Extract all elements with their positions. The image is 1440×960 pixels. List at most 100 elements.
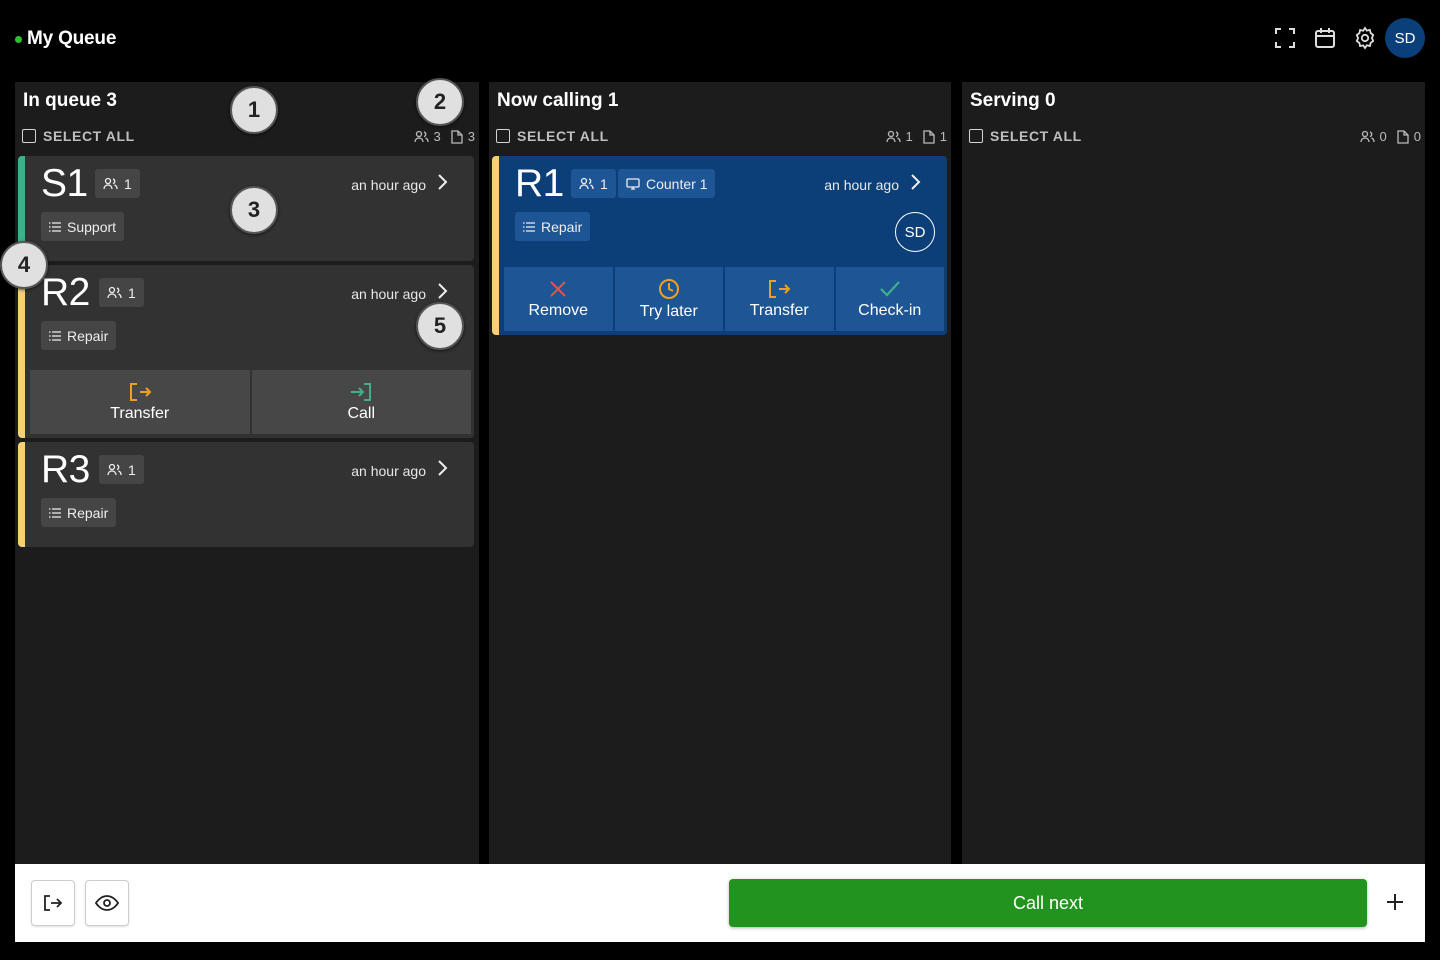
plus-icon bbox=[1387, 894, 1403, 910]
select-all[interactable]: SELECT ALL bbox=[22, 128, 135, 144]
chevron-right-icon[interactable] bbox=[909, 173, 921, 191]
gear-icon[interactable] bbox=[1345, 18, 1385, 58]
people-icon bbox=[885, 130, 901, 143]
doc-count: 3 bbox=[467, 129, 475, 144]
calendar-icon[interactable] bbox=[1305, 18, 1345, 58]
eye-icon bbox=[95, 895, 119, 911]
people-count: 1 bbox=[905, 129, 913, 144]
check-icon bbox=[879, 280, 900, 297]
service-label: Repair bbox=[541, 218, 583, 235]
service-pill: Support bbox=[41, 212, 125, 241]
annotation-marker-4: 4 bbox=[0, 241, 48, 289]
add-button[interactable] bbox=[1381, 888, 1409, 916]
service-label: Repair bbox=[67, 327, 109, 344]
doc-count: 0 bbox=[1413, 129, 1421, 144]
chevron-right-icon[interactable] bbox=[436, 173, 448, 191]
remove-label: Remove bbox=[528, 301, 589, 319]
document-icon bbox=[451, 129, 463, 144]
chevron-right-icon[interactable] bbox=[436, 459, 448, 477]
ticket-actions: Remove Try later Transfer Check-in bbox=[504, 267, 944, 331]
title-area: My Queue bbox=[15, 28, 116, 50]
document-icon bbox=[1397, 129, 1409, 144]
list-icon bbox=[49, 507, 61, 518]
ticket-time: an hour ago bbox=[351, 463, 426, 479]
check-in-button[interactable]: Check-in bbox=[835, 267, 944, 331]
chevron-right-icon[interactable] bbox=[436, 282, 448, 300]
list-icon bbox=[49, 221, 61, 232]
document-icon bbox=[923, 129, 935, 144]
column-title: Now calling 1 bbox=[497, 90, 619, 111]
transfer-icon bbox=[769, 279, 791, 298]
select-all-label: SELECT ALL bbox=[517, 128, 609, 144]
select-all-checkbox[interactable] bbox=[496, 129, 510, 143]
top-icons: SD bbox=[1265, 18, 1425, 58]
people-icon bbox=[107, 463, 122, 476]
people-count: 1 bbox=[124, 175, 132, 192]
people-pill: 1 bbox=[99, 455, 144, 484]
people-count: 1 bbox=[128, 284, 136, 301]
status-dot bbox=[15, 35, 22, 43]
select-all-checkbox[interactable] bbox=[969, 129, 983, 143]
ticket-number: R1 bbox=[515, 162, 564, 205]
doc-count: 1 bbox=[939, 129, 947, 144]
ticket-number: R2 bbox=[41, 271, 90, 314]
counter-label: Counter 1 bbox=[646, 175, 708, 192]
select-all[interactable]: SELECT ALL bbox=[969, 128, 1082, 144]
people-icon bbox=[107, 286, 122, 299]
select-all-checkbox[interactable] bbox=[22, 129, 36, 143]
annotation-marker-1: 1 bbox=[230, 86, 278, 134]
people-count: 1 bbox=[128, 461, 136, 478]
service-pill: Repair bbox=[41, 498, 117, 527]
transfer-button[interactable]: Transfer bbox=[30, 370, 250, 434]
logout-button[interactable] bbox=[31, 880, 75, 926]
ticket-card-r3[interactable]: R3 1 Repair an hour ago bbox=[18, 442, 474, 547]
select-all-label: SELECT ALL bbox=[43, 128, 135, 144]
counter-pill: Counter 1 bbox=[618, 169, 716, 198]
fullscreen-icon[interactable] bbox=[1265, 18, 1305, 58]
ticket-card-r2[interactable]: R2 1 Repair an hour ago Transfer Call bbox=[18, 265, 474, 438]
people-pill: 1 bbox=[95, 169, 140, 198]
people-icon bbox=[413, 130, 429, 143]
bottom-bar: Call next bbox=[15, 864, 1425, 942]
remove-button[interactable]: Remove bbox=[504, 267, 613, 331]
transfer-label: Transfer bbox=[110, 404, 170, 422]
transfer-label: Transfer bbox=[749, 301, 809, 319]
column-counts: 0 0 bbox=[1350, 129, 1421, 144]
people-icon bbox=[103, 177, 118, 190]
list-icon bbox=[49, 330, 61, 341]
people-count: 1 bbox=[600, 175, 608, 192]
transfer-button[interactable]: Transfer bbox=[725, 267, 834, 331]
avatar[interactable]: SD bbox=[1385, 18, 1425, 58]
try-later-button[interactable]: Try later bbox=[614, 267, 723, 331]
clock-icon bbox=[658, 278, 679, 299]
ticket-number: S1 bbox=[41, 162, 88, 205]
call-label: Call bbox=[347, 404, 376, 422]
people-pill: 1 bbox=[571, 169, 616, 198]
list-icon bbox=[523, 221, 535, 232]
select-all[interactable]: SELECT ALL bbox=[496, 128, 609, 144]
people-icon bbox=[579, 177, 594, 190]
top-bar: My Queue SD bbox=[0, 0, 1440, 80]
column-now-calling: Now calling 1 SELECT ALL 1 1 R1 1 Counte… bbox=[489, 82, 951, 864]
service-label: Support bbox=[67, 218, 117, 235]
people-pill: 1 bbox=[99, 278, 144, 307]
view-button[interactable] bbox=[85, 880, 129, 926]
annotation-marker-2: 2 bbox=[416, 78, 464, 126]
column-counts: 3 3 bbox=[404, 129, 475, 144]
monitor-icon bbox=[626, 177, 640, 190]
annotation-marker-3: 3 bbox=[230, 186, 278, 234]
ticket-card-r1[interactable]: R1 1 Counter 1 Repair an hour ago SD Rem… bbox=[492, 156, 947, 335]
ticket-time: an hour ago bbox=[351, 286, 426, 302]
service-pill: Repair bbox=[515, 212, 591, 241]
call-next-button[interactable]: Call next bbox=[729, 879, 1367, 927]
call-button[interactable]: Call bbox=[251, 370, 471, 434]
ticket-time: an hour ago bbox=[824, 177, 899, 193]
logout-icon bbox=[44, 895, 63, 911]
people-count: 3 bbox=[433, 129, 441, 144]
ticket-time: an hour ago bbox=[351, 177, 426, 193]
service-label: Repair bbox=[67, 504, 109, 521]
column-counts: 1 1 bbox=[876, 129, 947, 144]
annotation-marker-5: 5 bbox=[416, 302, 464, 350]
service-pill: Repair bbox=[41, 321, 117, 350]
column-title: Serving 0 bbox=[970, 90, 1056, 111]
